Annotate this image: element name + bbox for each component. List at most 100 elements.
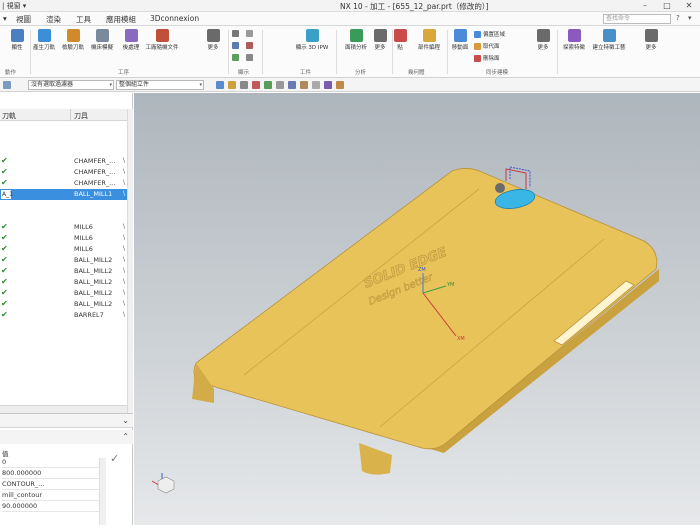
display-tool-3[interactable]	[232, 42, 241, 49]
minimize-icon[interactable]: –	[634, 0, 656, 11]
create-feature-process-button[interactable]: 建立特徵工藝	[592, 28, 626, 51]
window-menu[interactable]: | 視窗 ▾	[2, 1, 26, 11]
table-row[interactable]	[0, 211, 127, 222]
snap-icon[interactable]	[228, 81, 236, 89]
navigator-header: 刀軌 刀具	[0, 109, 127, 121]
move-face-button[interactable]: 移動面	[443, 28, 477, 51]
table-row[interactable]	[0, 145, 127, 156]
select-icon[interactable]	[216, 81, 224, 89]
table-row[interactable]: A_1 BALL_MILL1 \	[0, 189, 127, 200]
table-row[interactable]: ✔ BALL_MILL2 \	[0, 288, 127, 299]
table-row[interactable]: ✔ CHAMFER_... \	[0, 178, 127, 189]
group-geometry: 幾何體	[408, 70, 425, 76]
center-snap-icon[interactable]	[288, 81, 296, 89]
close-icon[interactable]: ✕	[678, 0, 700, 11]
status-check-icon: ✔	[1, 299, 8, 308]
maximize-icon[interactable]: □	[656, 0, 678, 11]
table-row[interactable]: ✔ CHAMFER_... \	[0, 156, 127, 167]
tool-extra: \	[123, 223, 126, 230]
tool-marker	[495, 183, 505, 193]
point-snap-icon[interactable]	[252, 81, 260, 89]
existing-point-icon[interactable]	[324, 81, 332, 89]
more-sync-button[interactable]: 更多	[526, 28, 560, 51]
more-features-button[interactable]: 更多	[634, 28, 668, 51]
table-row[interactable]: ✔ BALL_MILL2 \	[0, 266, 127, 277]
delete-face-button[interactable]: 刪除面	[474, 54, 500, 62]
group-analysis: 分析	[355, 70, 367, 76]
table-row[interactable]: ✔ MILL6 \	[0, 233, 127, 244]
checkmark-icon[interactable]: ✓	[110, 452, 119, 465]
menu-bar: ▾ 視圖 渲染 工具 應用模組 3Dconnexion ? ▾	[0, 12, 700, 26]
scope-filter-combo[interactable]: 整個組立件 ▾	[116, 80, 204, 90]
table-row[interactable]: ✔ BALL_MILL2 \	[0, 299, 127, 310]
display-tool-4[interactable]	[246, 42, 255, 49]
chevron-up-icon[interactable]: ⌃	[122, 432, 129, 441]
settings-icon[interactable]: ▾	[688, 14, 692, 22]
table-row[interactable]: ✔ MILL6 \	[0, 244, 127, 255]
table-row[interactable]: ✔ CHAMFER_... \	[0, 167, 127, 178]
group-sync-modeling: 同步建模	[486, 70, 509, 76]
table-row[interactable]: ✔ BARREL7 \	[0, 310, 127, 321]
table-row[interactable]	[0, 134, 127, 145]
table-row[interactable]: ✔ MILL6 \	[0, 222, 127, 233]
replace-face-icon	[474, 43, 481, 50]
col-tool[interactable]: 刀具	[74, 111, 88, 121]
help-icon[interactable]: ?	[676, 14, 680, 22]
midpoint-snap-icon[interactable]	[276, 81, 284, 89]
status-check-icon: ✔	[1, 244, 8, 253]
menu-app-modules[interactable]: 應用模組	[106, 14, 136, 25]
chevron-down-icon[interactable]: ⌄	[122, 416, 129, 425]
display-tool-1[interactable]	[232, 30, 241, 37]
show-3d-ipw-button[interactable]: 顯示 3D IPW	[295, 28, 329, 51]
more-icon	[644, 29, 658, 42]
tool-name: BALL_MILL2	[74, 278, 113, 286]
find-features-button[interactable]: 探索特徵	[557, 28, 591, 51]
intersection-snap-icon[interactable]	[300, 81, 308, 89]
point-icon	[393, 29, 407, 42]
axis-y-label: YM	[446, 282, 454, 288]
menu-render[interactable]: 渲染	[46, 14, 61, 25]
part-programming-button[interactable]: 部件編程	[412, 28, 446, 51]
display-tool-2[interactable]	[246, 30, 255, 37]
details-panel: ⌄ ⌃ 值 0 800.000000 CONTOUR_... mill_cont…	[0, 413, 133, 525]
endpoint-snap-icon[interactable]	[264, 81, 272, 89]
type-filter-combo[interactable]: 沒有選取過濾器 ▾	[28, 80, 114, 90]
col-toolpath[interactable]: 刀軌	[2, 111, 16, 121]
operation-name-edit[interactable]: A_1	[0, 189, 13, 200]
offset-region-button[interactable]: 偏置區域	[474, 30, 505, 38]
table-row[interactable]: ✔ BALL_MILL2 \	[0, 255, 127, 266]
tool-name: CHAMFER_...	[74, 179, 116, 187]
menu-dropdown[interactable]: ▾	[3, 14, 7, 23]
display-tool-5[interactable]	[232, 54, 241, 61]
replace-face-button[interactable]: 取代面	[474, 42, 500, 50]
more-operations-button[interactable]: 更多	[196, 28, 230, 51]
status-check-icon: ✔	[1, 167, 8, 176]
table-row[interactable]	[0, 123, 127, 134]
filter-icon[interactable]	[240, 81, 248, 89]
table-row[interactable]	[0, 200, 127, 211]
display-tool-6[interactable]	[246, 54, 255, 61]
details-scrollbar[interactable]	[99, 458, 106, 525]
area-analysis-icon	[349, 29, 363, 42]
navigator-scrollbar[interactable]	[127, 109, 133, 413]
tool-name: BALL_MILL2	[74, 289, 113, 297]
postprocess-button[interactable]: 後處理	[114, 28, 148, 51]
graphics-viewport[interactable]: SOLID EDGE Design better ZM YM XM	[134, 93, 700, 525]
shop-doc-button[interactable]: 工廠隨機文件	[145, 28, 179, 51]
table-row[interactable]: ✔ BALL_MILL2 \	[0, 277, 127, 288]
command-search-input[interactable]: 查找命令	[603, 14, 671, 24]
tool-name: MILL6	[74, 245, 93, 253]
more-icon	[206, 29, 220, 42]
menu-3dconnexion[interactable]: 3Dconnexion	[150, 14, 199, 23]
navigator-hscrollbar[interactable]	[0, 405, 127, 413]
menu-tools[interactable]: 工具	[76, 14, 91, 25]
feature-process-icon	[602, 29, 616, 42]
quadrant-snap-icon[interactable]	[312, 81, 320, 89]
move-face-icon	[453, 29, 467, 42]
dependencies-header[interactable]: ⌄	[0, 414, 133, 428]
tool-extra: \	[123, 245, 126, 252]
details-header[interactable]: ⌃	[0, 430, 133, 444]
menu-icon[interactable]	[3, 81, 11, 89]
curve-point-icon[interactable]	[336, 81, 344, 89]
menu-view[interactable]: 視圖	[16, 14, 31, 25]
